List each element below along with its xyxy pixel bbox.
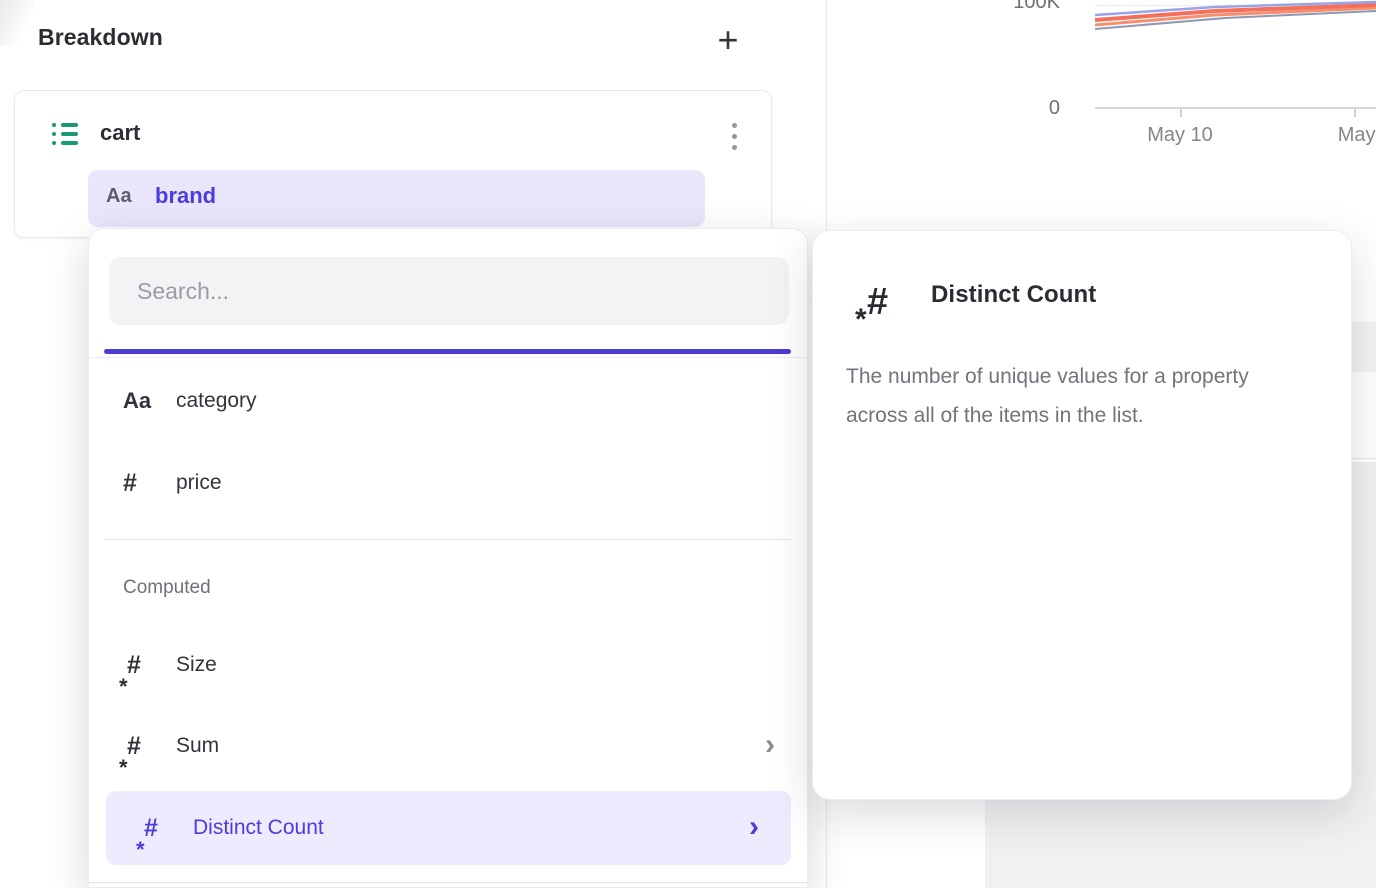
kebab-menu-button[interactable]: [722, 116, 746, 156]
add-breakdown-button[interactable]: +: [706, 18, 750, 62]
y-axis-tick-100k: 100K: [990, 0, 1060, 14]
line-chart: [1095, 0, 1376, 40]
x-axis-line: [1095, 107, 1376, 109]
string-property-icon: Aa: [123, 373, 163, 429]
computed-item-label: Sum: [176, 718, 219, 774]
property-item-category[interactable]: Aa category: [89, 373, 807, 429]
property-item-label: category: [176, 373, 257, 429]
x-axis-tick: [1354, 108, 1356, 117]
group-name-cart[interactable]: cart: [100, 120, 140, 146]
computed-item-size[interactable]: #* Size: [89, 637, 807, 693]
dropdown-divider: [89, 882, 807, 883]
computed-number-icon: #*: [140, 800, 166, 856]
x-axis-label-may1: May 1: [1325, 124, 1376, 147]
selected-property-chip[interactable]: Aa brand: [88, 170, 705, 227]
computed-number-icon: #*: [123, 637, 149, 693]
number-property-icon: #: [123, 455, 163, 511]
string-property-icon: Aa: [106, 185, 132, 208]
computed-item-label: Size: [176, 637, 217, 693]
tab-bar-border: [89, 357, 807, 358]
dropdown-divider: [104, 539, 791, 540]
info-popover: #* Distinct Count The number of unique v…: [812, 230, 1352, 800]
chevron-right-icon: ›: [749, 800, 759, 856]
list-property-icon: [52, 123, 78, 147]
breakdown-section-title: Breakdown: [38, 24, 163, 51]
property-item-label: price: [176, 455, 222, 511]
chevron-right-icon: ›: [765, 718, 775, 774]
property-dropdown: Aa category # price Computed #* Size #* …: [88, 228, 808, 888]
computed-item-sum[interactable]: #* Sum ›: [89, 718, 807, 774]
computed-number-icon: #*: [857, 273, 903, 331]
x-axis-tick: [1180, 108, 1182, 117]
computed-item-distinct-count[interactable]: #* Distinct Count ›: [106, 791, 791, 865]
search-input[interactable]: [109, 257, 789, 325]
property-item-price[interactable]: # price: [89, 455, 807, 511]
popover-description: The number of unique values for a proper…: [846, 357, 1294, 435]
app-canvas: 100K 0 May 10 May 1 Breakdown + cart Aa …: [0, 0, 1376, 888]
active-tab-underline: [104, 349, 791, 354]
computed-section-label: Computed: [123, 577, 211, 599]
popover-title: Distinct Count: [931, 281, 1096, 309]
selected-property-label: brand: [155, 183, 216, 209]
computed-number-icon: #*: [123, 718, 149, 774]
x-axis-label-may10: May 10: [1130, 124, 1230, 147]
y-axis-tick-0: 0: [1030, 97, 1060, 120]
scroll-shadow: [0, 0, 34, 46]
computed-item-label: Distinct Count: [193, 800, 324, 856]
